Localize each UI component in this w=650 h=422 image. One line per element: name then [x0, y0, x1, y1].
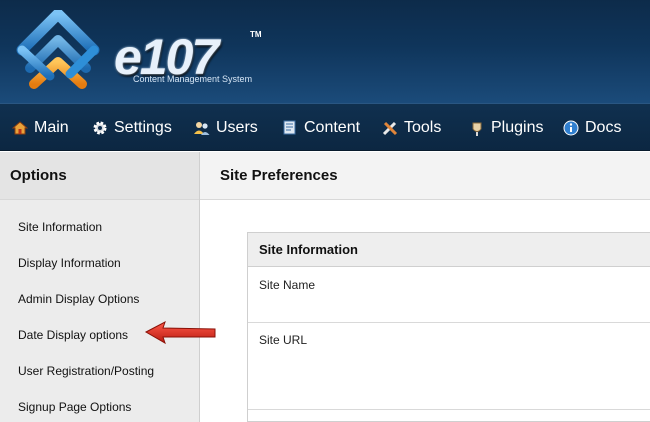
nav-item-main[interactable]: Main — [12, 104, 69, 152]
sidebar-item-site-information[interactable]: Site Information — [18, 220, 102, 234]
panel-header: Site Information — [248, 233, 650, 267]
main-header: Site Preferences — [200, 152, 650, 200]
nav-item-settings[interactable]: Settings — [92, 104, 172, 152]
plugin-icon — [472, 122, 482, 136]
tools-icon — [382, 121, 398, 136]
panel-title: Site Information — [259, 242, 358, 257]
nav-item-plugins[interactable]: Plugins — [469, 104, 543, 152]
logo[interactable]: e107 TM Content Management System — [14, 10, 274, 100]
sidebar-item-admin-display-options[interactable]: Admin Display Options — [18, 292, 139, 306]
header: e107 TM Content Management System — [0, 0, 650, 103]
site-name-row: Site Name — [248, 268, 650, 323]
gear-icon — [93, 121, 107, 135]
nav-label: Users — [216, 119, 258, 136]
sidebar-item-signup-page-options[interactable]: Signup Page Options — [18, 400, 131, 414]
users-icon — [194, 122, 210, 135]
site-name-label: Site Name — [259, 278, 316, 292]
sidebar-title: Options — [10, 167, 67, 184]
logo-trademark: TM — [250, 30, 262, 39]
sidebar-item-display-information[interactable]: Display Information — [18, 256, 121, 270]
nav-label: Settings — [114, 119, 172, 136]
main-nav: Main Settings Users Content Tools Plugin… — [0, 103, 650, 151]
house-icon — [12, 121, 28, 135]
nav-item-users[interactable]: Users — [194, 104, 258, 152]
red-arrow-icon — [144, 320, 216, 345]
e107-logo-icon — [16, 10, 100, 89]
info-icon — [563, 120, 579, 136]
nav-item-content[interactable]: Content — [282, 104, 360, 152]
sidebar-header: Options — [0, 152, 199, 200]
site-information-panel: Site Information Site Name Site URL — [247, 232, 650, 422]
nav-label: Tools — [404, 119, 442, 136]
main-content: Site Preferences Site Information Site N… — [200, 152, 650, 422]
sidebar-item-date-display-options[interactable]: Date Display options — [18, 328, 128, 342]
sidebar-item-user-registration-posting[interactable]: User Registration/Posting — [18, 364, 154, 378]
options-sidebar: Options Site Information Display Informa… — [0, 152, 200, 422]
site-url-label: Site URL — [259, 333, 308, 347]
site-url-row: Site URL — [248, 323, 650, 410]
nav-item-tools[interactable]: Tools — [382, 104, 441, 152]
nav-item-docs[interactable]: Docs — [563, 104, 621, 152]
nav-label: Content — [304, 119, 361, 136]
logo-subtitle: Content Management System — [133, 74, 253, 84]
page-title: Site Preferences — [220, 167, 338, 184]
nav-label: Plugins — [491, 119, 544, 136]
content-icon — [283, 120, 296, 135]
nav-label: Main — [34, 119, 69, 136]
nav-label: Docs — [585, 119, 622, 136]
